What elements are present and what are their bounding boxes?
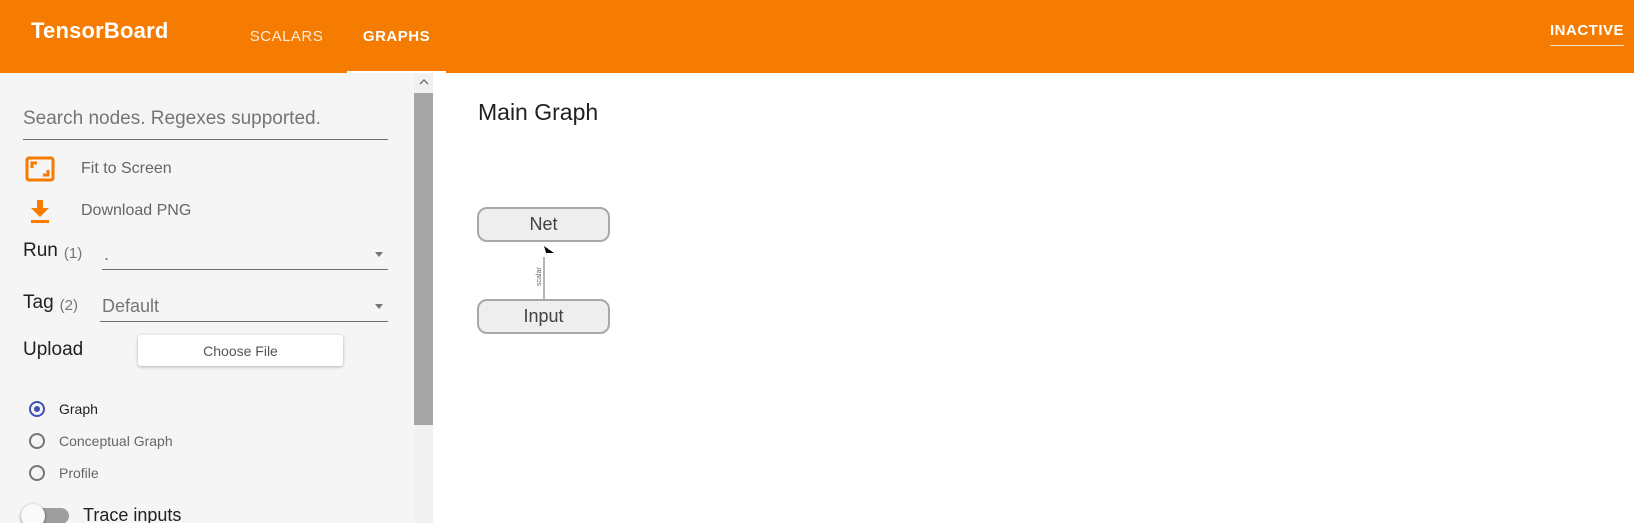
graph-type-profile-label: Profile <box>59 465 99 481</box>
run-label: Run <box>23 240 58 261</box>
tag-label: Tag <box>23 292 54 313</box>
top-app-bar: TensorBoard SCALARS GRAPHS INACTIVE <box>0 0 1634 73</box>
edge-arrow-icon <box>544 246 554 259</box>
tab-scalars[interactable]: SCALARS <box>233 0 340 73</box>
graph-type-graph[interactable]: Graph <box>29 401 98 417</box>
tab-graphs[interactable]: GRAPHS <box>347 0 446 73</box>
graph-control-sidebar: Fit to Screen Download PNG Run (1) . Tag… <box>0 73 414 523</box>
graph-node-input[interactable]: Input <box>477 299 610 334</box>
run-select[interactable]: . <box>102 239 388 270</box>
graph-type-profile[interactable]: Profile <box>29 465 99 481</box>
graph-canvas[interactable]: Main Graph scalar Net Input <box>433 73 1634 523</box>
run-count: (1) <box>63 245 83 262</box>
scroll-up-arrow-icon[interactable] <box>414 73 433 91</box>
status-label: INACTIVE <box>1550 22 1625 39</box>
trace-inputs-label: Trace inputs <box>83 505 182 523</box>
tag-field: Tag (2) <box>23 292 78 314</box>
trace-inputs-row: Trace inputs <box>21 503 182 523</box>
download-icon <box>23 196 57 226</box>
radio-unchecked-icon <box>29 433 45 449</box>
chevron-down-icon <box>375 252 383 257</box>
radio-unchecked-icon <box>29 465 45 481</box>
graph-node-net-label: Net <box>529 214 558 234</box>
scrollbar-thumb[interactable] <box>414 93 433 425</box>
edge-label: scalar <box>536 267 543 286</box>
fit-to-screen-label: Fit to Screen <box>81 160 172 177</box>
download-png-button[interactable]: Download PNG <box>23 196 191 226</box>
tab-graphs-label: GRAPHS <box>362 28 431 45</box>
tag-select-value: Default <box>102 296 160 316</box>
graph-edge: scalar <box>536 246 554 301</box>
tensorboard-app: TensorBoard SCALARS GRAPHS INACTIVE Fi <box>0 0 1634 523</box>
graph-type-conceptual-label: Conceptual Graph <box>59 433 173 449</box>
run-field: Run (1) <box>23 240 82 262</box>
run-select-value: . <box>104 244 110 264</box>
tag-count: (2) <box>59 297 78 314</box>
fit-screen-icon <box>23 154 57 184</box>
graph-node-input-label: Input <box>523 306 564 326</box>
trace-inputs-toggle[interactable] <box>21 503 69 523</box>
toggle-knob <box>21 503 45 523</box>
graph-node-net[interactable]: Net <box>477 207 610 242</box>
upload-label: Upload <box>23 339 84 360</box>
radio-checked-icon <box>29 401 45 417</box>
sidebar-scrollbar[interactable] <box>414 73 433 523</box>
node-search <box>23 103 388 140</box>
download-png-label: Download PNG <box>81 202 192 219</box>
graph-type-graph-label: Graph <box>59 401 98 417</box>
tab-scalars-label: SCALARS <box>249 28 324 45</box>
choose-file-button[interactable]: Choose File <box>138 335 343 366</box>
app-title: TensorBoard <box>31 18 169 43</box>
status-dropdown[interactable]: INACTIVE <box>1550 22 1624 46</box>
fit-to-screen-button[interactable]: Fit to Screen <box>23 154 172 184</box>
chevron-down-icon <box>375 304 383 309</box>
tag-select[interactable]: Default <box>100 291 388 322</box>
node-search-input[interactable] <box>23 103 388 135</box>
graph-type-conceptual[interactable]: Conceptual Graph <box>29 433 173 449</box>
